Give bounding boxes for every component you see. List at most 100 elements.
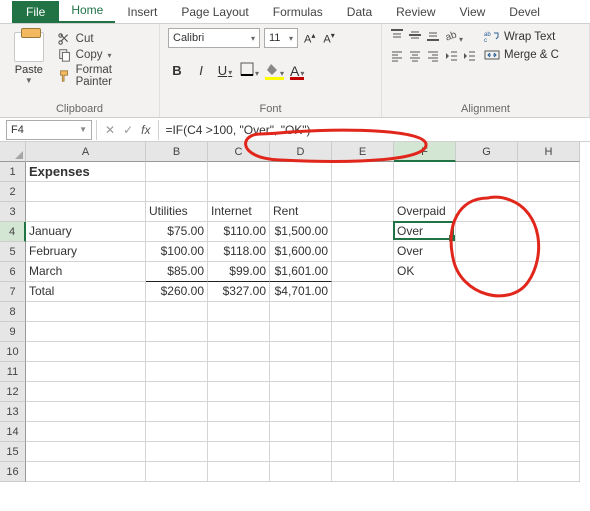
cell-F10[interactable] <box>394 342 456 362</box>
cell-H1[interactable] <box>518 162 580 182</box>
cell-B14[interactable] <box>146 422 208 442</box>
cells-area[interactable]: ExpensesUtilitiesInternetRentOverpaidJan… <box>26 162 580 482</box>
border-button[interactable]: ▾ <box>240 62 259 79</box>
cell-G5[interactable] <box>456 242 518 262</box>
font-color-button[interactable]: A▾ <box>290 63 304 79</box>
row-header-14[interactable]: 14 <box>0 422 26 442</box>
cell-E4[interactable] <box>332 222 394 242</box>
row-header-3[interactable]: 3 <box>0 202 26 222</box>
accept-formula-button[interactable]: ✓ <box>123 123 133 137</box>
cell-E12[interactable] <box>332 382 394 402</box>
tab-view[interactable]: View <box>448 1 498 23</box>
copy-button[interactable]: Copy▾ <box>58 48 151 62</box>
cell-C5[interactable]: $118.00 <box>208 242 270 262</box>
cell-H11[interactable] <box>518 362 580 382</box>
row-header-12[interactable]: 12 <box>0 382 26 402</box>
tab-formulas[interactable]: Formulas <box>261 1 335 23</box>
underline-button[interactable]: U▾ <box>216 63 234 78</box>
cell-D7[interactable]: $4,701.00 <box>270 282 332 302</box>
decrease-font-button[interactable]: A▾ <box>321 31 336 46</box>
cell-F11[interactable] <box>394 362 456 382</box>
cell-D13[interactable] <box>270 402 332 422</box>
cell-B4[interactable]: $75.00 <box>146 222 208 242</box>
row-header-5[interactable]: 5 <box>0 242 26 262</box>
merge-center-button[interactable]: Merge & C <box>484 48 559 62</box>
cell-F15[interactable] <box>394 442 456 462</box>
cell-B12[interactable] <box>146 382 208 402</box>
cell-H10[interactable] <box>518 342 580 362</box>
cell-B6[interactable]: $85.00 <box>146 262 208 282</box>
cell-F8[interactable] <box>394 302 456 322</box>
cell-H4[interactable] <box>518 222 580 242</box>
cell-C15[interactable] <box>208 442 270 462</box>
cell-B10[interactable] <box>146 342 208 362</box>
cell-C7[interactable]: $327.00 <box>208 282 270 302</box>
cell-G15[interactable] <box>456 442 518 462</box>
cell-C8[interactable] <box>208 302 270 322</box>
cut-button[interactable]: Cut <box>58 32 151 46</box>
cell-A7[interactable]: Total <box>26 282 146 302</box>
name-box[interactable]: F4▼ <box>6 120 92 140</box>
cell-A6[interactable]: March <box>26 262 146 282</box>
fill-color-button[interactable]: ▾ <box>265 62 284 79</box>
column-header-B[interactable]: B <box>146 142 208 162</box>
cell-H9[interactable] <box>518 322 580 342</box>
cell-A13[interactable] <box>26 402 146 422</box>
align-left-button[interactable] <box>390 49 404 66</box>
cell-C11[interactable] <box>208 362 270 382</box>
cell-A15[interactable] <box>26 442 146 462</box>
cell-A8[interactable] <box>26 302 146 322</box>
cell-C1[interactable] <box>208 162 270 182</box>
cell-E16[interactable] <box>332 462 394 482</box>
cell-D10[interactable] <box>270 342 332 362</box>
cell-G3[interactable] <box>456 202 518 222</box>
tab-file[interactable]: File <box>12 1 59 23</box>
cell-D9[interactable] <box>270 322 332 342</box>
cell-G1[interactable] <box>456 162 518 182</box>
cell-D2[interactable] <box>270 182 332 202</box>
row-header-11[interactable]: 11 <box>0 362 26 382</box>
row-header-1[interactable]: 1 <box>0 162 26 182</box>
cell-B15[interactable] <box>146 442 208 462</box>
tab-developer[interactable]: Devel <box>497 1 552 23</box>
cell-A4[interactable]: January <box>26 222 146 242</box>
tab-data[interactable]: Data <box>335 1 384 23</box>
cell-D6[interactable]: $1,601.00 <box>270 262 332 282</box>
cell-D14[interactable] <box>270 422 332 442</box>
cell-G6[interactable] <box>456 262 518 282</box>
cell-E1[interactable] <box>332 162 394 182</box>
cell-C3[interactable]: Internet <box>208 202 270 222</box>
align-middle-button[interactable] <box>408 28 422 45</box>
cell-E15[interactable] <box>332 442 394 462</box>
select-all-corner[interactable] <box>0 142 26 162</box>
cell-D4[interactable]: $1,500.00 <box>270 222 332 242</box>
cell-H6[interactable] <box>518 262 580 282</box>
row-header-15[interactable]: 15 <box>0 442 26 462</box>
cell-G12[interactable] <box>456 382 518 402</box>
cell-H7[interactable] <box>518 282 580 302</box>
cell-B7[interactable]: $260.00 <box>146 282 208 302</box>
column-header-A[interactable]: A <box>26 142 146 162</box>
tab-insert[interactable]: Insert <box>115 1 169 23</box>
cell-B3[interactable]: Utilities <box>146 202 208 222</box>
cell-C9[interactable] <box>208 322 270 342</box>
row-header-7[interactable]: 7 <box>0 282 26 302</box>
cell-H16[interactable] <box>518 462 580 482</box>
cell-E13[interactable] <box>332 402 394 422</box>
cell-F12[interactable] <box>394 382 456 402</box>
cell-F7[interactable] <box>394 282 456 302</box>
cell-C14[interactable] <box>208 422 270 442</box>
cell-B16[interactable] <box>146 462 208 482</box>
align-top-button[interactable] <box>390 28 404 45</box>
paste-button[interactable]: Paste ▼ <box>8 28 50 85</box>
italic-button[interactable]: I <box>192 63 210 78</box>
bold-button[interactable]: B <box>168 63 186 78</box>
cell-E3[interactable] <box>332 202 394 222</box>
chevron-down-icon[interactable]: ▼ <box>78 125 87 134</box>
cell-E9[interactable] <box>332 322 394 342</box>
cell-D11[interactable] <box>270 362 332 382</box>
column-header-D[interactable]: D <box>270 142 332 162</box>
cell-A16[interactable] <box>26 462 146 482</box>
cell-A9[interactable] <box>26 322 146 342</box>
row-header-10[interactable]: 10 <box>0 342 26 362</box>
